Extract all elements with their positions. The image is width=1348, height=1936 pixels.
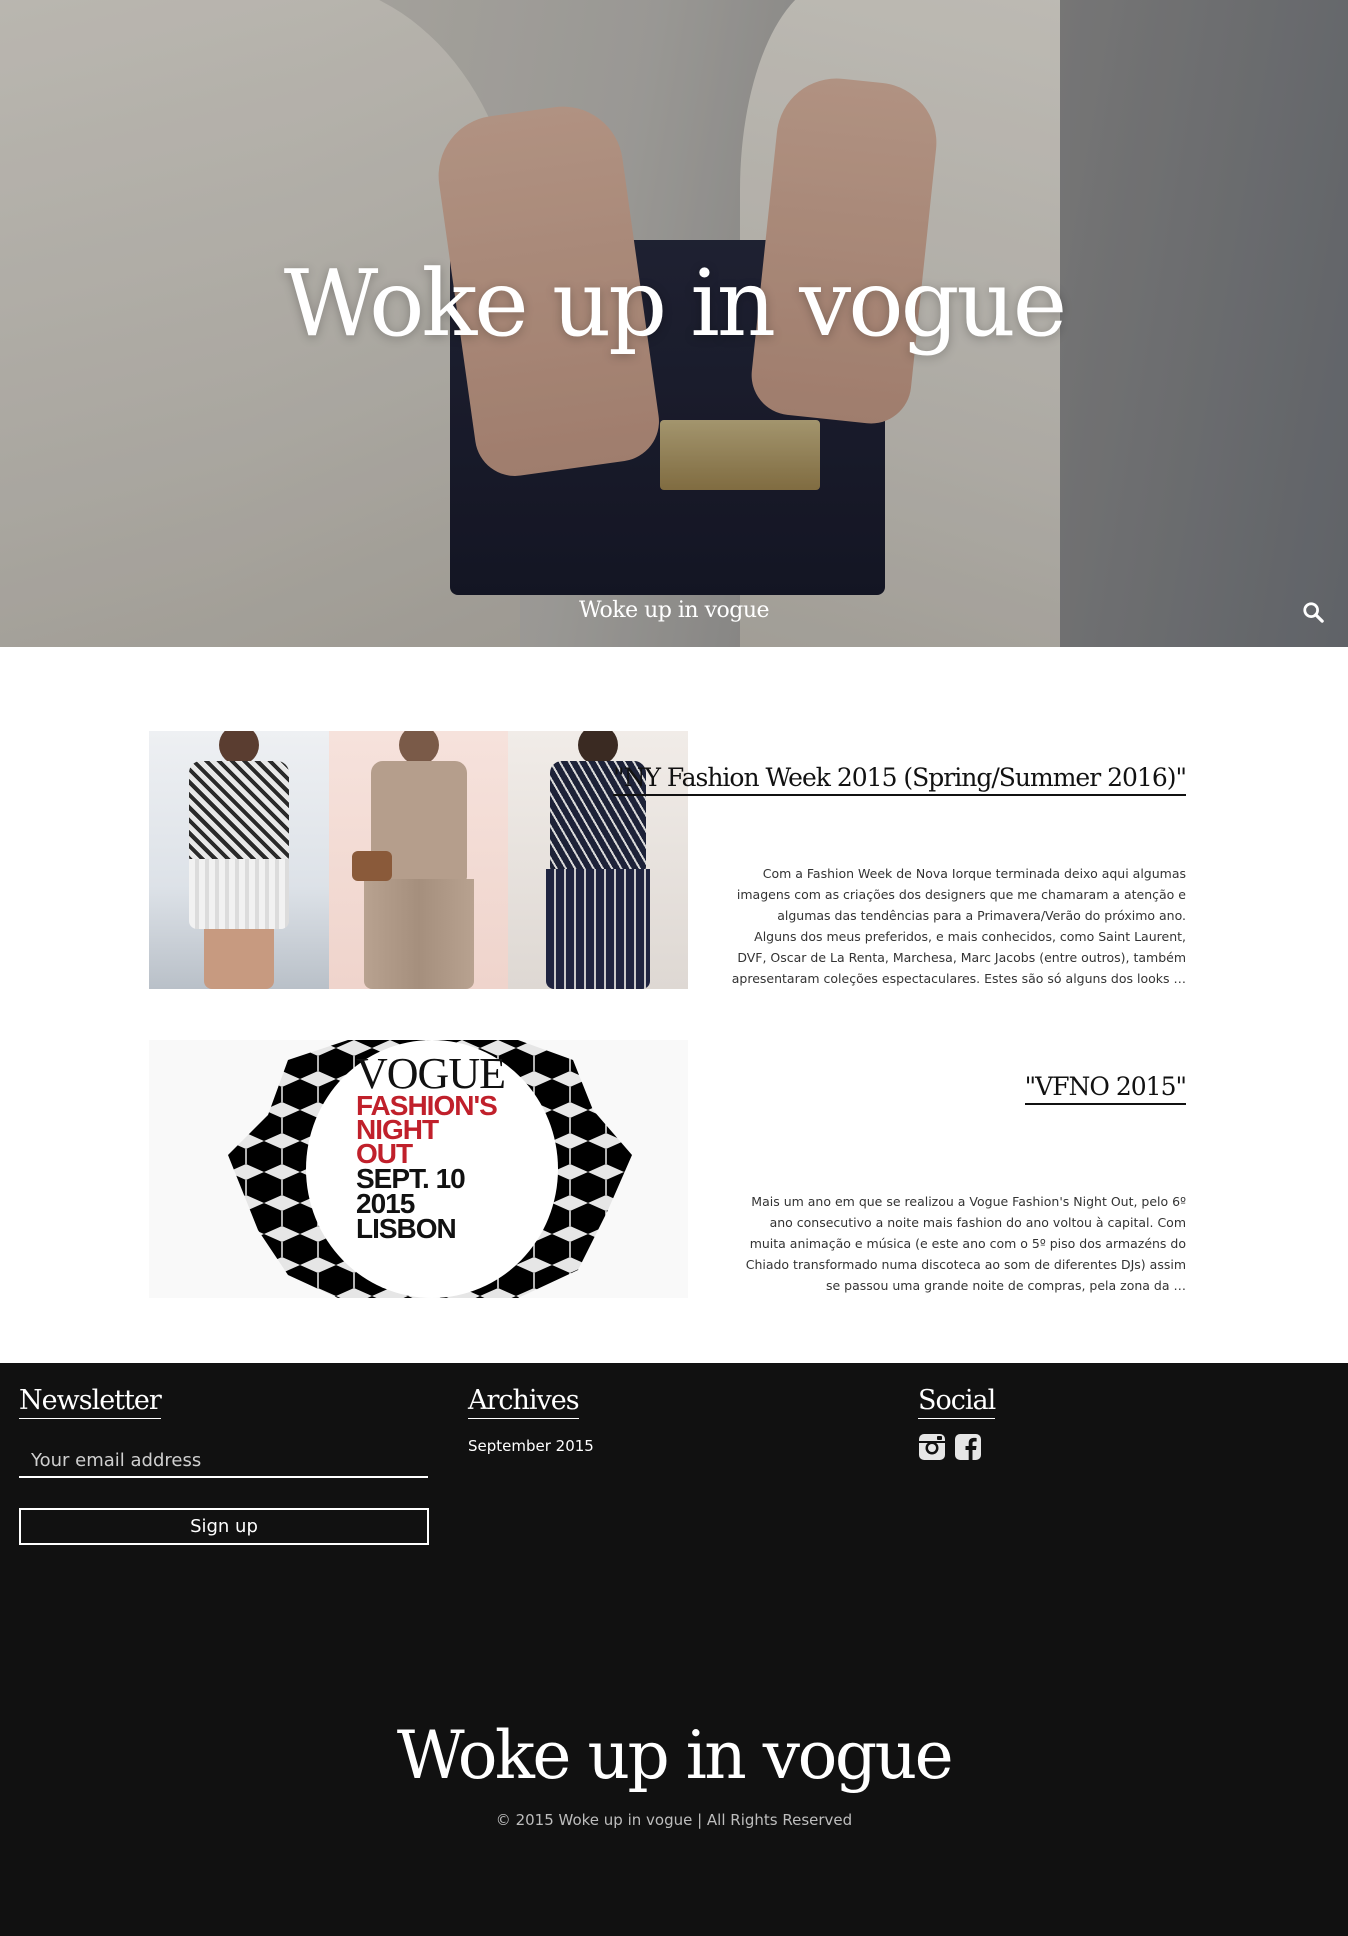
social-title: Social — [918, 1385, 996, 1419]
post-vfno: VOGUE FASHION'S NIGHT OUT SEPT. 10 2015 … — [149, 1040, 1187, 1298]
email-field[interactable] — [19, 1444, 428, 1478]
post-nyfw: "NY Fashion Week 2015 (Spring/Summer 201… — [149, 731, 1187, 989]
footer-site-title: Woke up in vogue — [396, 1717, 954, 1794]
hero-header: Woke up in vogue Woke up in vogue — [0, 0, 1348, 647]
post-title-link[interactable]: "VFNO 2015" — [1024, 1072, 1187, 1105]
post-thumbnail-runway[interactable] — [149, 731, 688, 989]
hero-title: Woke up in vogue — [283, 250, 1067, 357]
runway-panel-1 — [149, 731, 329, 989]
runway-panel-2 — [328, 731, 509, 989]
facebook-icon[interactable] — [954, 1433, 982, 1461]
site-title-link[interactable]: Woke up in vogue — [0, 598, 1348, 623]
search-icon[interactable] — [1302, 601, 1324, 623]
post-excerpt: Mais um ano em que se realizou a Vogue F… — [745, 1194, 1186, 1293]
archive-link-september-2015[interactable]: September 2015 — [468, 1437, 594, 1455]
site-footer: Newsletter Sign up Archives September 20… — [0, 1363, 1348, 1936]
post-thumbnail-vfno[interactable]: VOGUE FASHION'S NIGHT OUT SEPT. 10 2015 … — [149, 1040, 688, 1298]
post-excerpt: Com a Fashion Week de Nova Iorque termin… — [731, 866, 1186, 986]
instagram-icon[interactable] — [918, 1433, 946, 1461]
copyright-text: © 2015 Woke up in vogue | All Rights Res… — [495, 1811, 853, 1829]
vfno-logo-text: VOGUE FASHION'S NIGHT OUT SEPT. 10 2015 … — [356, 1049, 506, 1244]
archives-title: Archives — [468, 1385, 580, 1419]
newsletter-title: Newsletter — [19, 1385, 162, 1419]
signup-button[interactable]: Sign up — [19, 1508, 429, 1545]
post-title-link[interactable]: "NY Fashion Week 2015 (Spring/Summer 201… — [613, 763, 1187, 796]
